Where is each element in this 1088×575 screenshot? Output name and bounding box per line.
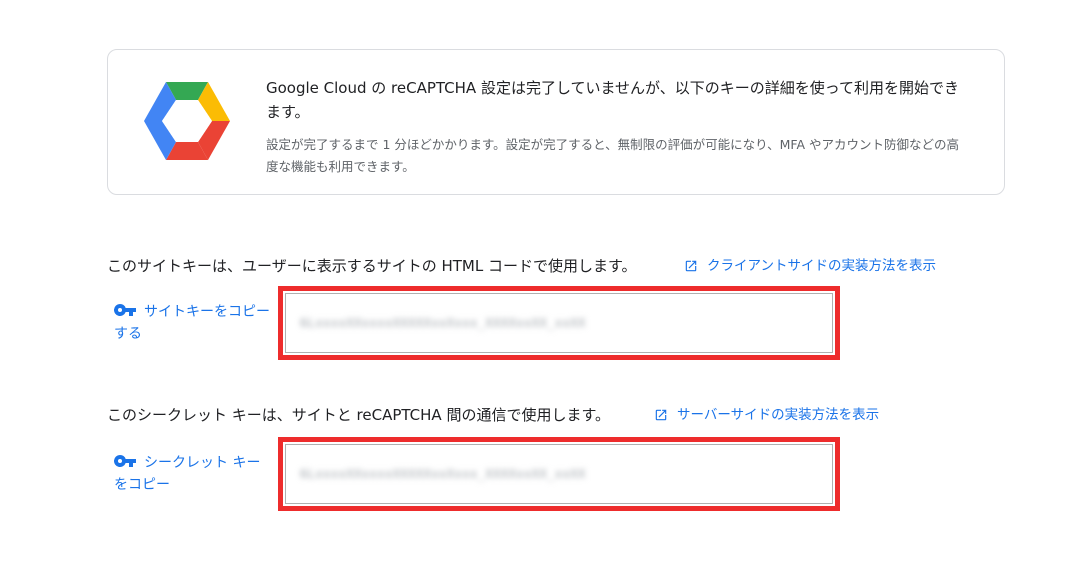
server-side-implementation-link[interactable]: サーバーサイドの実装方法を表示	[654, 405, 879, 425]
site-key-description: このサイトキーは、ユーザーに表示するサイトの HTML コードで使用します。	[107, 257, 637, 275]
open-in-new-icon	[655, 409, 667, 421]
open-in-new-icon	[685, 260, 697, 272]
site-key-value: 6LxxxxXXxxxxXXXXXxxXxxx_XXXXxxXX_xxXX	[300, 316, 586, 330]
copy-site-key-button[interactable]: サイトキーをコピーする	[113, 301, 274, 345]
secret-key-description: このシークレット キーは、サイトと reCAPTCHA 間の通信で使用します。	[107, 406, 610, 424]
secret-key-input[interactable]: 6LxxxxXXxxxxXXXXXxxXxxx_XXXXxxXX_xxXX	[285, 444, 833, 504]
copy-secret-key-button[interactable]: シークレット キーをコピー	[113, 452, 274, 496]
client-side-link-label: クライアントサイドの実装方法を表示	[707, 258, 936, 274]
copy-site-key-label: サイトキーをコピーする	[114, 304, 270, 342]
secret-key-value: 6LxxxxXXxxxxXXXXXxxXxxx_XXXXxxXX_xxXX	[300, 467, 586, 481]
secret-key-field[interactable]: 6LxxxxXXxxxxXXXXXxxXxxx_XXXXxxXX_xxXX	[278, 437, 840, 511]
site-key-input[interactable]: 6LxxxxXXxxxxXXXXXxxXxxx_XXXXxxXX_xxXX	[285, 293, 833, 353]
key-icon	[113, 452, 136, 474]
setup-notice-card: Google Cloud の reCAPTCHA 設定は完了していませんが、以下…	[107, 49, 1005, 195]
notice-title: Google Cloud の reCAPTCHA 設定は完了していませんが、以下…	[266, 79, 960, 121]
notice-body: 設定が完了するまで 1 分ほどかかります。設定が完了すると、無制限の評価が可能に…	[266, 137, 960, 174]
key-icon	[113, 301, 136, 323]
client-side-implementation-link[interactable]: クライアントサイドの実装方法を表示	[684, 256, 936, 276]
site-key-field[interactable]: 6LxxxxXXxxxxXXXXXxxXxxx_XXXXxxXX_xxXX	[278, 286, 840, 360]
google-cloud-logo	[144, 80, 230, 162]
server-side-link-label: サーバーサイドの実装方法を表示	[677, 407, 880, 423]
